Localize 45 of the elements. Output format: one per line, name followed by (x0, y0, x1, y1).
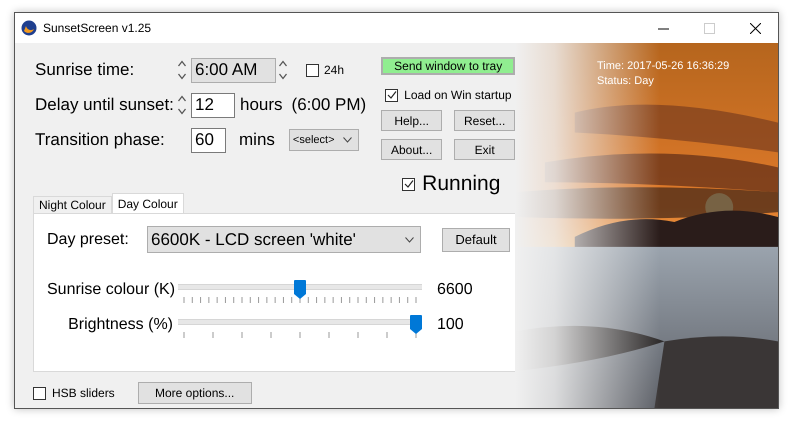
slider-thumb[interactable] (410, 315, 422, 334)
spinner-icon[interactable] (177, 59, 187, 81)
day-preset-label: Day preset: (47, 230, 130, 248)
tab[interactable]: Night Colour (33, 196, 112, 213)
slider-label: Sunrise colour (K) (47, 281, 173, 299)
slider-value: 100 (437, 316, 464, 334)
action-button[interactable]: Reset... (454, 110, 516, 131)
spinner-icon[interactable] (278, 59, 288, 81)
window-title: SunsetScreen v1.25 (43, 21, 152, 35)
startup-checkbox[interactable] (385, 88, 398, 102)
chevron-down-icon (405, 236, 414, 242)
status-text: Status: Day (597, 74, 655, 89)
slider-label: Brightness (%) (67, 316, 173, 334)
day-preset-select[interactable]: 6600K - LCD screen 'white' (147, 226, 421, 253)
default-button[interactable]: Default (442, 228, 510, 252)
running-label: Running (422, 172, 500, 196)
action-button[interactable]: Help... (381, 110, 442, 131)
send-to-tray-button[interactable]: Send window to tray (381, 57, 516, 75)
tab[interactable]: Day Colour (112, 193, 184, 213)
mins-label: mins (239, 130, 275, 150)
24h-checkbox[interactable] (306, 64, 319, 76)
sunrise-time-label: Sunrise time: (35, 60, 136, 80)
close-icon[interactable] (750, 22, 760, 34)
delay-field[interactable]: 12 (191, 92, 235, 118)
time-text: Time: 2017-05-26 16:36:29 (597, 59, 730, 74)
transition-field[interactable]: 60 (191, 128, 226, 152)
hsb-sliders-label: HSB sliders (52, 386, 115, 400)
startup-label: Load on Win startup (404, 88, 512, 102)
sunset-time-label: (6:00 PM) (292, 95, 366, 115)
transition-select[interactable]: <select> (288, 129, 358, 151)
action-button[interactable]: Exit (454, 139, 516, 160)
hours-label: hours (240, 95, 283, 115)
slider-thumb[interactable] (294, 280, 306, 299)
slider-value: 6600 (437, 281, 473, 299)
chevron-down-icon (342, 137, 352, 143)
running-checkbox[interactable] (402, 178, 416, 190)
24h-label: 24h (324, 63, 344, 77)
action-button[interactable]: About... (381, 139, 442, 160)
hsb-checkbox[interactable] (33, 386, 46, 400)
delay-label: Delay until sunset: (35, 95, 175, 115)
more-options-button[interactable]: More options... (138, 382, 252, 404)
transition-label: Transition phase: (35, 130, 166, 150)
spinner-icon[interactable] (177, 94, 187, 116)
sunrise-time-field[interactable]: 6:00 AM (191, 58, 276, 82)
app-logo-icon (21, 20, 37, 36)
